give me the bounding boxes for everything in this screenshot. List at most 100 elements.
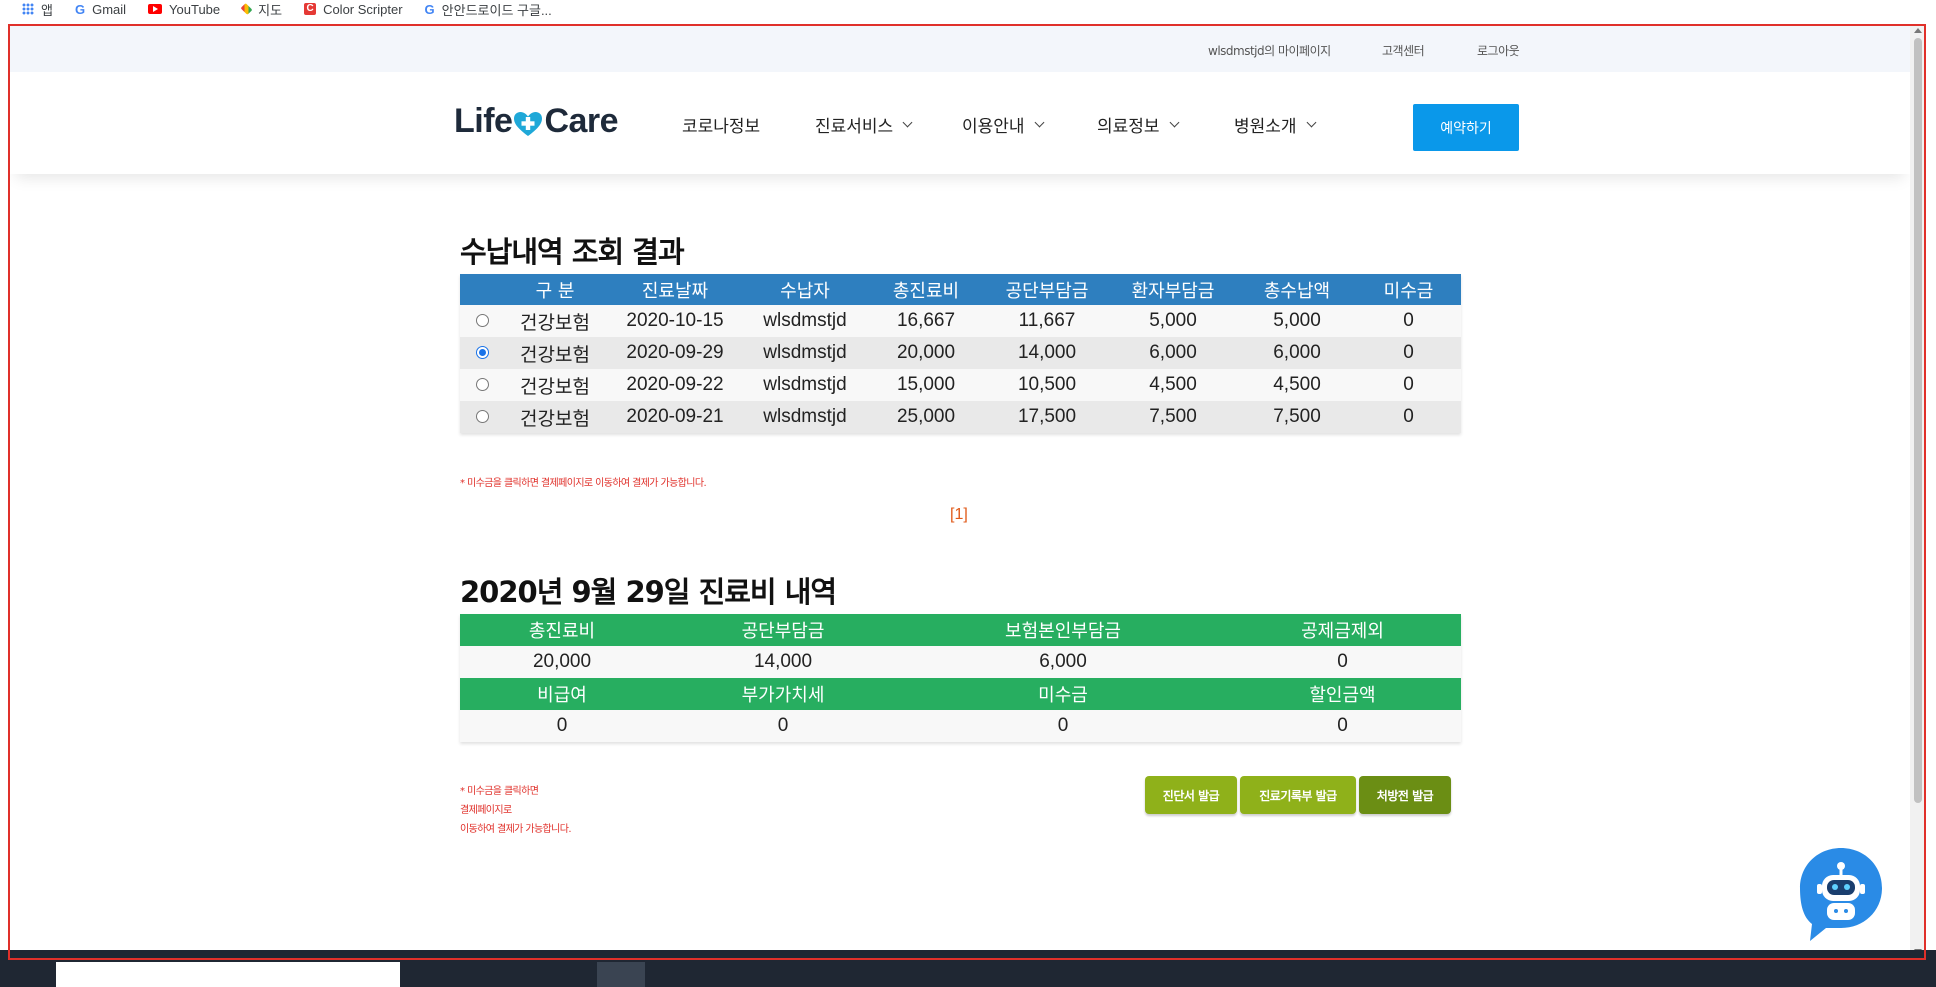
bookmark-apps[interactable]: 앱 [22,0,53,18]
column-header: 미수금 [902,678,1224,710]
row-radio[interactable] [475,314,489,328]
youtube-icon [148,4,163,14]
nav-medical-services[interactable]: 진료서비스 [815,112,913,137]
row-radio[interactable] [475,410,489,424]
vat-value: 0 [664,710,902,742]
taskbar-app-icon[interactable] [597,962,645,987]
date-cell: 2020-10-15 [606,305,744,337]
payer-cell: wlsdmstjd [744,369,866,401]
table-row[interactable]: 건강보험 2020-09-21 wlsdmstjd 25,000 17,500 … [460,401,1461,433]
date-cell: 2020-09-22 [606,369,744,401]
patient-cell: 6,000 [1108,337,1238,369]
payment-section-title: 수납내역 조회 결과 [460,235,685,269]
medical-record-issue-button[interactable]: 진료기록부 발급 [1240,776,1356,814]
detail-unpaid-note: * 미수금을 클릭하면 결제페이지로 이동하여 결제가 가능합니다. [460,786,572,835]
table-row[interactable]: 건강보험 2020-09-29 wlsdmstjd 20,000 14,000 … [460,337,1461,369]
column-header: 환자부담금 [1108,274,1238,305]
non-covered-value: 0 [460,710,664,742]
unpaid-cell[interactable]: 0 [1356,401,1461,433]
type-cell: 건강보험 [504,305,606,337]
nav-usage-guide[interactable]: 이용안내 [962,112,1045,137]
patient-cell: 4,500 [1108,369,1238,401]
scroll-up-icon[interactable] [1914,28,1922,33]
table-row[interactable]: 건강보험 2020-10-15 wlsdmstjd 16,667 11,667 … [460,305,1461,337]
pagination-page-1[interactable]: [1] [950,506,968,524]
column-header: 공제금제외 [1224,614,1461,646]
bookmark-android-google[interactable]: G 안안드로이드 구글... [425,0,552,18]
chevron-down-icon [1169,117,1180,128]
detail-header-row: 비급여 부가가치세 미수금 할인금액 [460,678,1461,710]
column-header: 공단부담금 [664,614,902,646]
mypage-link[interactable]: wlsdmstjd의 마이페이지 [1208,42,1331,59]
bookmark-youtube[interactable]: YouTube [148,0,220,18]
site-header: Life Care 코로나정보 진료서비스 이용안내 의료정보 병원소개 예약하… [10,72,1910,174]
unpaid-cell[interactable]: 0 [1356,369,1461,401]
type-cell: 건강보험 [504,337,606,369]
detail-header-row: 총진료비 공단부담금 보험본인부담금 공제금제외 [460,614,1461,646]
chevron-down-icon [902,117,913,128]
column-header: 총수납액 [1238,274,1356,305]
paid-cell: 7,500 [1238,401,1356,433]
os-taskbar [0,950,1936,987]
row-radio[interactable] [475,378,489,392]
payment-table-header: 구 분 진료날짜 수납자 총진료비 공단부담금 환자부담금 총수납액 미수금 [460,274,1461,305]
column-header: 보험본인부담금 [902,614,1224,646]
payer-cell: wlsdmstjd [744,337,866,369]
heart-cross-icon [513,108,543,136]
payer-cell: wlsdmstjd [744,305,866,337]
chatbot-robot-icon[interactable] [1792,844,1890,942]
row-radio-selected[interactable] [475,346,489,360]
nhis-cell: 14,000 [986,337,1108,369]
support-link[interactable]: 고객센터 [1382,42,1425,59]
nav-covid-info[interactable]: 코로나정보 [682,112,760,137]
payer-cell: wlsdmstjd [744,401,866,433]
paid-cell: 5,000 [1238,305,1356,337]
bookmark-color-scripter[interactable]: C Color Scripter [304,0,403,18]
reserve-button[interactable]: 예약하기 [1413,104,1519,151]
total-cell: 16,667 [866,305,986,337]
google-icon: G [74,1,86,17]
copay-value: 6,000 [902,646,1224,678]
nhis-value: 14,000 [664,646,902,678]
paid-cell: 4,500 [1238,369,1356,401]
apps-grid-icon [22,3,34,15]
nhis-cell: 11,667 [986,305,1108,337]
date-cell: 2020-09-21 [606,401,744,433]
discount-value: 0 [1224,710,1461,742]
unpaid-cell[interactable]: 0 [1356,305,1461,337]
patient-cell: 5,000 [1108,305,1238,337]
total-fee-value: 20,000 [460,646,664,678]
detail-section-title: 2020년 9월 29일 진료비 내역 [460,575,837,609]
prescription-issue-button[interactable]: 처방전 발급 [1359,776,1451,814]
unpaid-cell[interactable]: 0 [1356,337,1461,369]
bookmark-maps[interactable]: 지도 [240,0,282,18]
scroll-thumb[interactable] [1914,38,1922,803]
column-header: 할인금액 [1224,678,1461,710]
color-scripter-icon: C [304,3,317,15]
nhis-cell: 10,500 [986,369,1108,401]
bookmarks-bar: 앱 G Gmail YouTube 지도 C Color Scripter G 안안드… [0,0,1936,18]
column-header: 비급여 [460,678,664,710]
deduction-value: 0 [1224,646,1461,678]
taskbar-search-box[interactable] [56,962,400,987]
patient-cell: 7,500 [1108,401,1238,433]
nhis-cell: 17,500 [986,401,1108,433]
nav-hospital-intro[interactable]: 병원소개 [1234,112,1317,137]
vertical-scrollbar[interactable] [1910,26,1926,956]
column-header: 수납자 [744,274,866,305]
detail-value-row: 20,000 14,000 6,000 0 [460,646,1461,678]
site-logo[interactable]: Life Care [454,102,619,141]
column-header: 공단부담금 [986,274,1108,305]
logout-link[interactable]: 로그아웃 [1477,42,1520,59]
date-cell: 2020-09-29 [606,337,744,369]
bookmark-gmail[interactable]: G Gmail [75,0,126,18]
table-row[interactable]: 건강보험 2020-09-22 wlsdmstjd 15,000 10,500 … [460,369,1461,401]
nav-medical-info[interactable]: 의료정보 [1097,112,1180,137]
column-header: 총진료비 [460,614,664,646]
diagnosis-issue-button[interactable]: 진단서 발급 [1145,776,1237,814]
utility-bar: wlsdmstjd의 마이페이지 고객센터 로그아웃 [10,26,1910,72]
unpaid-value[interactable]: 0 [902,710,1224,742]
web-page: wlsdmstjd의 마이페이지 고객센터 로그아웃 Life Care 코로나… [10,26,1910,956]
paid-cell: 6,000 [1238,337,1356,369]
column-header: 구 분 [504,274,606,305]
